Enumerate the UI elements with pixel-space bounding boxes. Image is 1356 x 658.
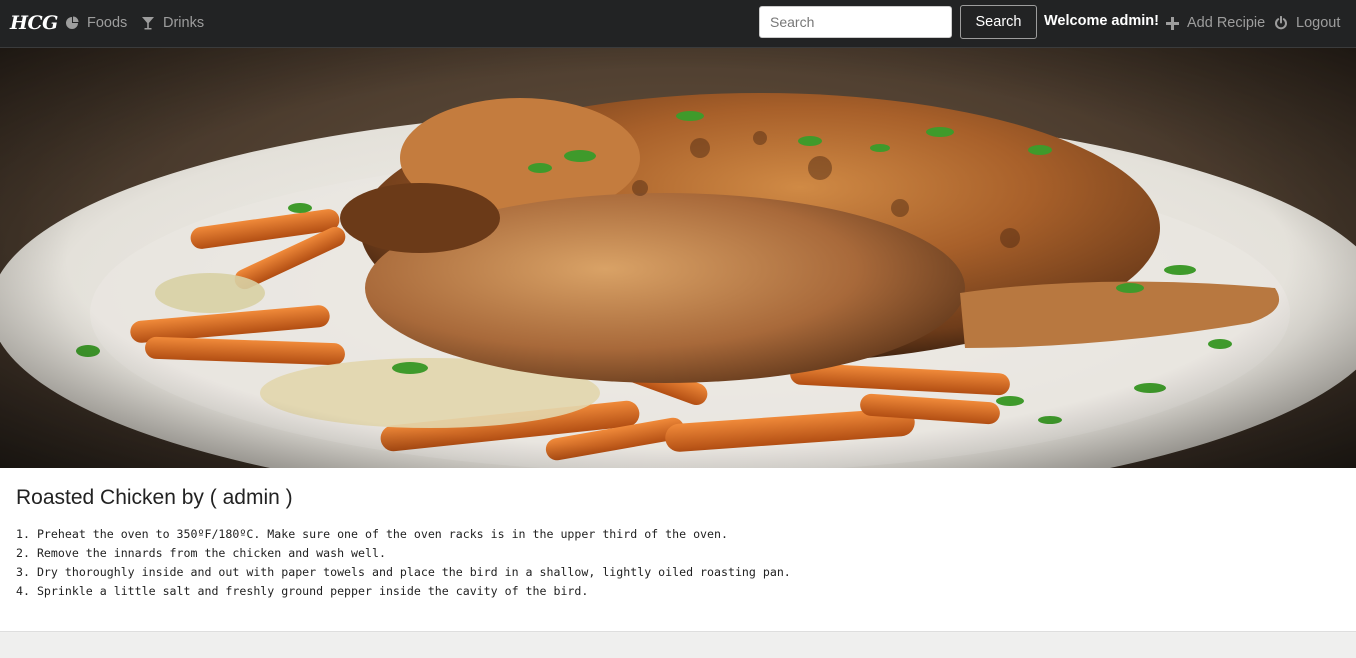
logout-label: Logout: [1296, 15, 1341, 31]
add-recipe-link[interactable]: Add Recipie: [1164, 12, 1265, 34]
recipe-details: Roasted Chicken by ( admin ) 1. Preheat …: [0, 468, 1356, 632]
recipe-step: 2. Remove the innards from the chicken a…: [16, 546, 386, 560]
roasted-chicken-illustration: [0, 48, 1356, 468]
brand-logo[interactable]: HCG: [10, 10, 58, 36]
page-footer: [0, 633, 1356, 658]
nav-link-drinks-label: Drinks: [163, 15, 205, 31]
plus-icon: [1164, 15, 1180, 31]
search-input[interactable]: [759, 6, 952, 38]
top-navbar: HCG Foods Drinks Search Welcome admin! A…: [0, 0, 1356, 48]
recipe-step: 3. Dry thoroughly inside and out with pa…: [16, 565, 791, 579]
power-icon: [1273, 15, 1289, 31]
hero-food-image: [0, 48, 1356, 468]
add-recipe-label: Add Recipie: [1187, 15, 1266, 31]
recipe-step: 1. Preheat the oven to 350ºF/180ºC. Make…: [16, 527, 728, 541]
nav-link-foods-label: Foods: [87, 15, 128, 31]
welcome-message: Welcome admin!: [1044, 13, 1159, 29]
recipe-steps: 1. Preheat the oven to 350ºF/180ºC. Make…: [16, 525, 791, 601]
search-button[interactable]: Search: [960, 5, 1037, 39]
recipe-step: 4. Sprinkle a little salt and freshly gr…: [16, 584, 589, 598]
nav-link-foods[interactable]: Foods: [64, 12, 127, 34]
recipe-title: Roasted Chicken by ( admin ): [16, 486, 293, 509]
logout-link[interactable]: Logout: [1273, 12, 1340, 34]
nav-link-drinks[interactable]: Drinks: [140, 12, 204, 34]
cocktail-glass-icon: [140, 15, 156, 31]
pie-chart-icon: [64, 15, 80, 31]
